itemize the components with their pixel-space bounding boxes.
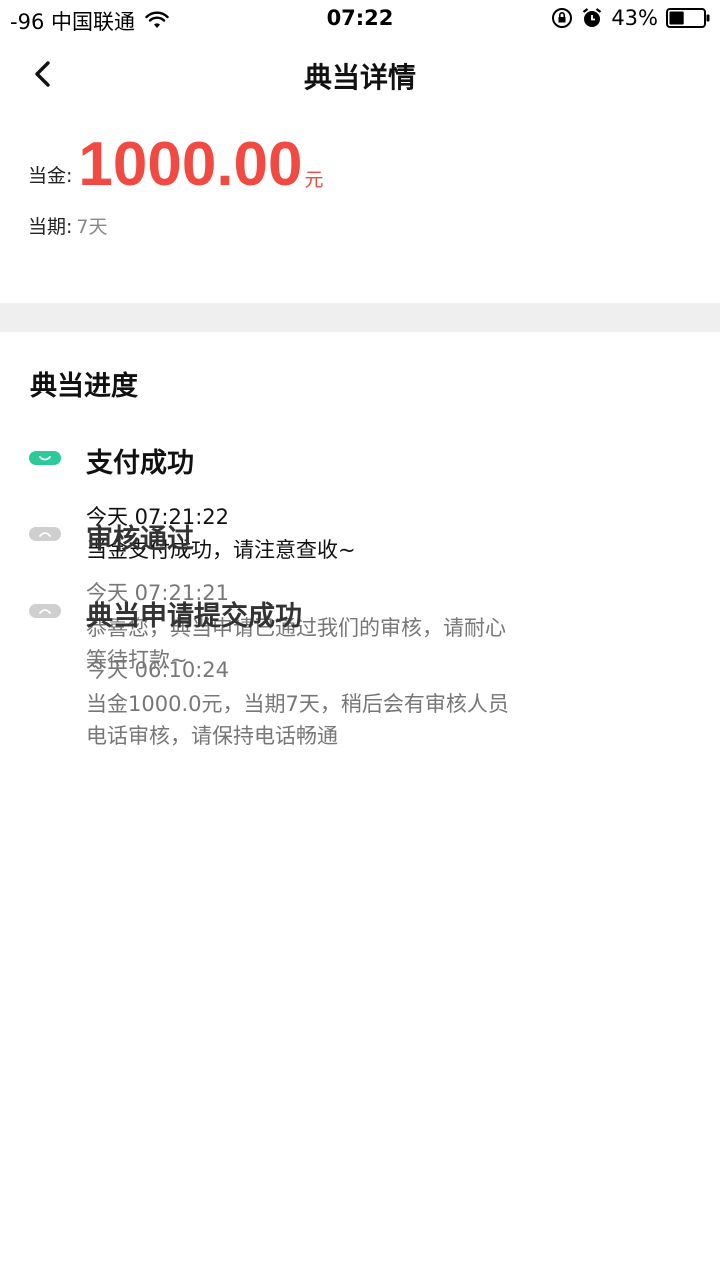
status-right: 43% [551,6,710,30]
term-label: 当期: [28,216,73,238]
section-divider [0,303,720,332]
status-bar: -96 中国联通 07:22 43% [0,0,720,38]
step-pending-icon [29,527,61,541]
battery-icon [666,8,710,28]
step-pending-icon [29,604,61,618]
step-time: 今天 06:10:24 [86,658,229,682]
step-title: 审核通过 [86,524,194,555]
nav-bar: 典当详情 [0,38,720,110]
orientation-lock-icon [552,8,573,28]
pawn-detail-page: -96 中国联通 07:22 43% 典当详情 当金: 1000.00 元 当期… [0,0,720,1280]
amount-label: 当金: [28,165,73,187]
loan-amount-row: 当金: 1000.00 元 [28,130,324,200]
amount-value: 1000.00 [78,130,303,199]
alarm-icon [583,8,602,27]
loan-term-row: 当期: 7天 [28,212,108,239]
step-done-icon [29,451,61,465]
term-value: 7天 [76,216,108,238]
step-title: 支付成功 [86,448,194,479]
page-title: 典当详情 [303,61,416,94]
step-description: 当金1000.0元，当期7天，稍后会有审核人员电话审核，请保持电话畅通 [86,692,509,748]
step-title: 典当申请提交成功 [86,601,302,632]
battery-percent: 43% [611,6,658,30]
progress-title: 典当进度 [30,371,138,402]
amount-unit: 元 [304,169,324,191]
